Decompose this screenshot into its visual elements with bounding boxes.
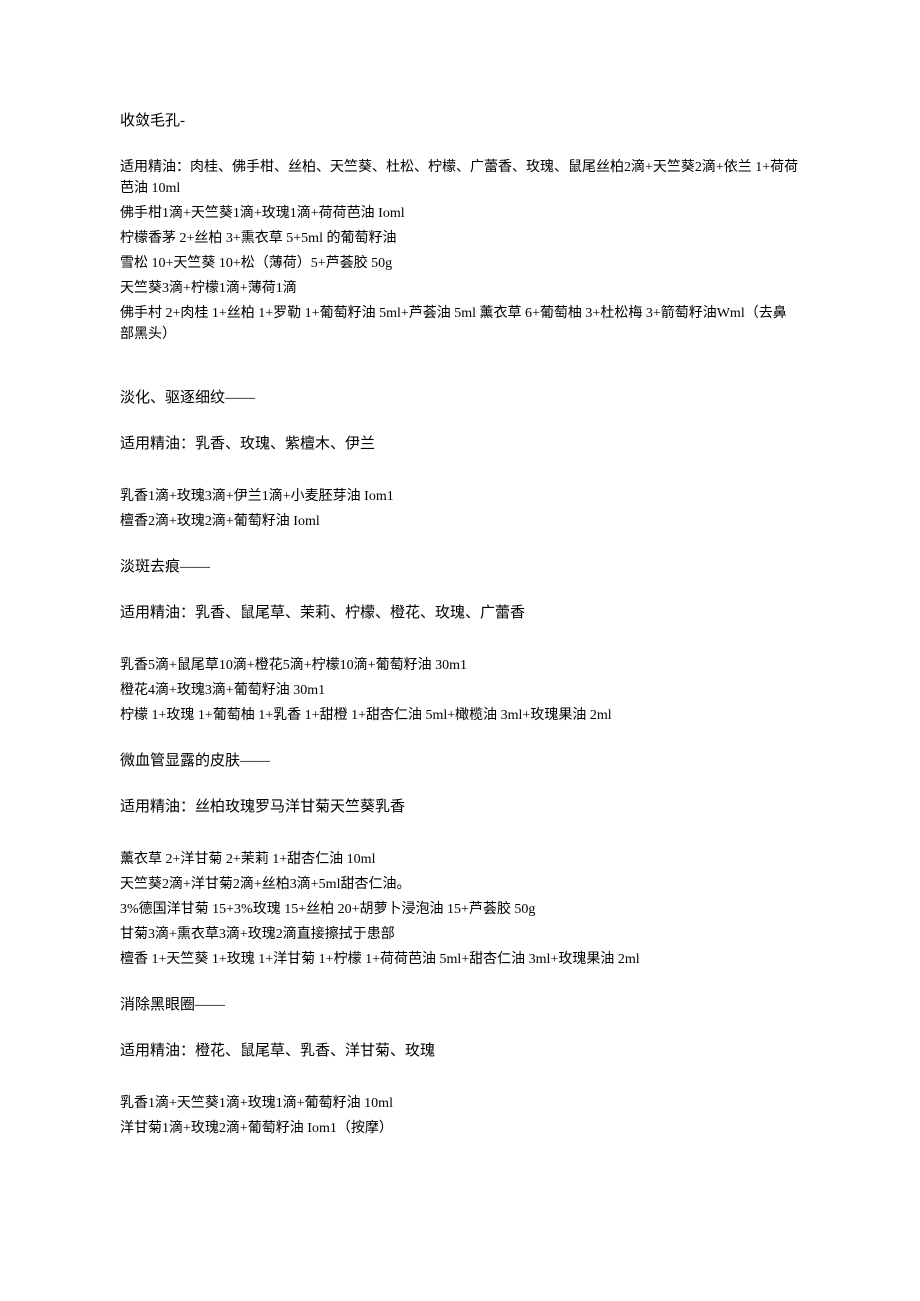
section-intro: 适用精油：橙花、鼠尾草、乳香、洋甘菊、玫瑰	[120, 1040, 800, 1063]
spacer	[120, 974, 800, 994]
recipe-line: 柠檬香茅 2+丝柏 3+熏衣草 5+5ml 的葡萄籽油	[120, 228, 800, 249]
recipe-line: 3%德国洋甘菊 15+3%玫瑰 15+丝柏 20+胡萝卜浸泡油 15+芦荟胶 5…	[120, 899, 800, 920]
section-title: 淡斑去痕——	[120, 556, 800, 579]
recipe-line: 乳香5滴+鼠尾草10滴+橙花5滴+柠檬10滴+葡萄籽油 30m1	[120, 655, 800, 676]
recipe-line: 天竺葵3滴+柠檬1滴+薄荷1滴	[120, 278, 800, 299]
document-page: 收敛毛孔- 适用精油：肉桂、佛手柑、丝柏、天竺葵、杜松、柠檬、广蕾香、玫瑰、鼠尾…	[0, 0, 920, 1203]
section-title: 收敛毛孔-	[120, 110, 800, 133]
spacer	[120, 536, 800, 556]
section-intro: 适用精油：乳香、鼠尾草、茉莉、柠檬、橙花、玫瑰、广蕾香	[120, 602, 800, 625]
recipe-line: 天竺葵2滴+洋甘菊2滴+丝柏3滴+5ml甜杏仁油。	[120, 874, 800, 895]
recipe-line: 佛手柑1滴+天竺葵1滴+玫瑰1滴+荷荷芭油 Ioml	[120, 203, 800, 224]
recipe-line: 薰衣草 2+洋甘菊 2+茉莉 1+甜杏仁油 10ml	[120, 849, 800, 870]
section-title: 淡化、驱逐细纹——	[120, 387, 800, 410]
recipe-line: 橙花4滴+玫瑰3滴+葡萄籽油 30m1	[120, 680, 800, 701]
spacer	[120, 730, 800, 750]
recipe-line: 柠檬 1+玫瑰 1+葡萄柚 1+乳香 1+甜橙 1+甜杏仁油 5ml+橄榄油 3…	[120, 705, 800, 726]
section-intro: 适用精油：乳香、玫瑰、紫檀木、伊兰	[120, 433, 800, 456]
spacer	[120, 466, 800, 486]
recipe-line: 檀香 1+天竺葵 1+玫瑰 1+洋甘菊 1+柠檬 1+荷荷芭油 5ml+甜杏仁油…	[120, 949, 800, 970]
spacer	[120, 1073, 800, 1093]
section-intro: 适用精油：肉桂、佛手柑、丝柏、天竺葵、杜松、柠檬、广蕾香、玫瑰、鼠尾丝柏2滴+天…	[120, 157, 800, 199]
recipe-line: 乳香1滴+玫瑰3滴+伊兰1滴+小麦胚芽油 Iom1	[120, 486, 800, 507]
recipe-line: 甘菊3滴+熏衣草3滴+玫瑰2滴直接擦拭于患部	[120, 924, 800, 945]
spacer	[120, 829, 800, 849]
section-intro: 适用精油：丝柏玫瑰罗马洋甘菊天竺葵乳香	[120, 796, 800, 819]
section-title: 消除黑眼圈——	[120, 994, 800, 1017]
section-title: 微血管显露的皮肤——	[120, 750, 800, 773]
spacer	[120, 349, 800, 387]
spacer	[120, 635, 800, 655]
recipe-line: 雪松 10+天竺葵 10+松（薄荷）5+芦荟胶 50g	[120, 253, 800, 274]
recipe-line: 檀香2滴+玫瑰2滴+葡萄籽油 Ioml	[120, 511, 800, 532]
recipe-line: 洋甘菊1滴+玫瑰2滴+葡萄籽油 Iom1（按摩）	[120, 1118, 800, 1139]
recipe-line: 乳香1滴+天竺葵1滴+玫瑰1滴+葡萄籽油 10ml	[120, 1093, 800, 1114]
recipe-line: 佛手村 2+肉桂 1+丝柏 1+罗勒 1+葡萄籽油 5ml+芦荟油 5ml 薰衣…	[120, 303, 800, 345]
